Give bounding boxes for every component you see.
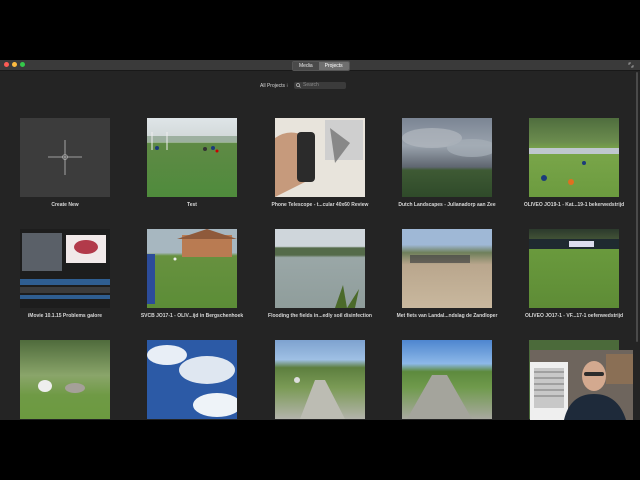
project-thumbnail[interactable]: [275, 340, 365, 419]
magnifier-icon: [296, 83, 301, 88]
fullscreen-icon[interactable]: [628, 62, 634, 68]
title-bar: Media Projects: [0, 60, 640, 71]
project-thumbnail[interactable]: [275, 229, 365, 308]
search-placeholder: Search: [303, 82, 319, 88]
scrollbar[interactable]: [635, 72, 639, 342]
project-title: OLIVEO JO19-1 - Kat...19-1 bekerwedstrij…: [523, 202, 625, 208]
project-thumbnail[interactable]: [402, 118, 492, 197]
project-thumbnail[interactable]: [147, 229, 237, 308]
zoom-button[interactable]: [20, 62, 25, 67]
project-thumbnail[interactable]: [529, 229, 619, 308]
project-title: Test: [187, 202, 197, 208]
project-title: Create New: [51, 202, 79, 208]
create-new-thumbnail[interactable]: [20, 118, 110, 197]
project-title: iMovie 10.1.15 Problems galore: [27, 313, 103, 319]
project-thumbnail[interactable]: [147, 340, 237, 419]
webcam-overlay: [530, 350, 633, 420]
filter-row: All Projects ⁝ Search: [0, 81, 640, 91]
all-projects-dropdown[interactable]: All Projects ⁝: [260, 83, 288, 89]
project-title: OLIVEO JO17-1 - VF...17-1 oefenwedstrijd: [524, 313, 624, 319]
project-thumbnail[interactable]: [402, 340, 492, 419]
project-thumbnail[interactable]: [147, 118, 237, 197]
project-title: Phone Telescope - t...cular 40x60 Review: [271, 202, 369, 208]
project-thumbnail[interactable]: [529, 118, 619, 197]
view-switcher: Media Projects: [292, 61, 350, 71]
project-thumbnail[interactable]: [275, 118, 365, 197]
close-button[interactable]: [4, 62, 9, 67]
project-thumbnail[interactable]: [20, 229, 110, 308]
window-controls: [4, 62, 25, 67]
minimize-button[interactable]: [12, 62, 17, 67]
project-title: SVCB JO17-1 - OLIV...ijd in Bergschenhoe…: [140, 313, 244, 319]
tab-media[interactable]: Media: [293, 62, 319, 70]
project-title: Met fiets van Landal...ndslag de Zandlop…: [396, 313, 498, 319]
project-title: Flooding the fields in...edly soil disin…: [268, 313, 372, 319]
search-input[interactable]: Search: [294, 82, 346, 89]
project-thumbnail[interactable]: [20, 340, 110, 419]
project-thumbnail[interactable]: [402, 229, 492, 308]
tab-projects[interactable]: Projects: [318, 62, 349, 70]
plus-icon: [48, 140, 82, 175]
project-title: Dutch Landscapes - Julianadorp aan Zee: [398, 202, 496, 208]
